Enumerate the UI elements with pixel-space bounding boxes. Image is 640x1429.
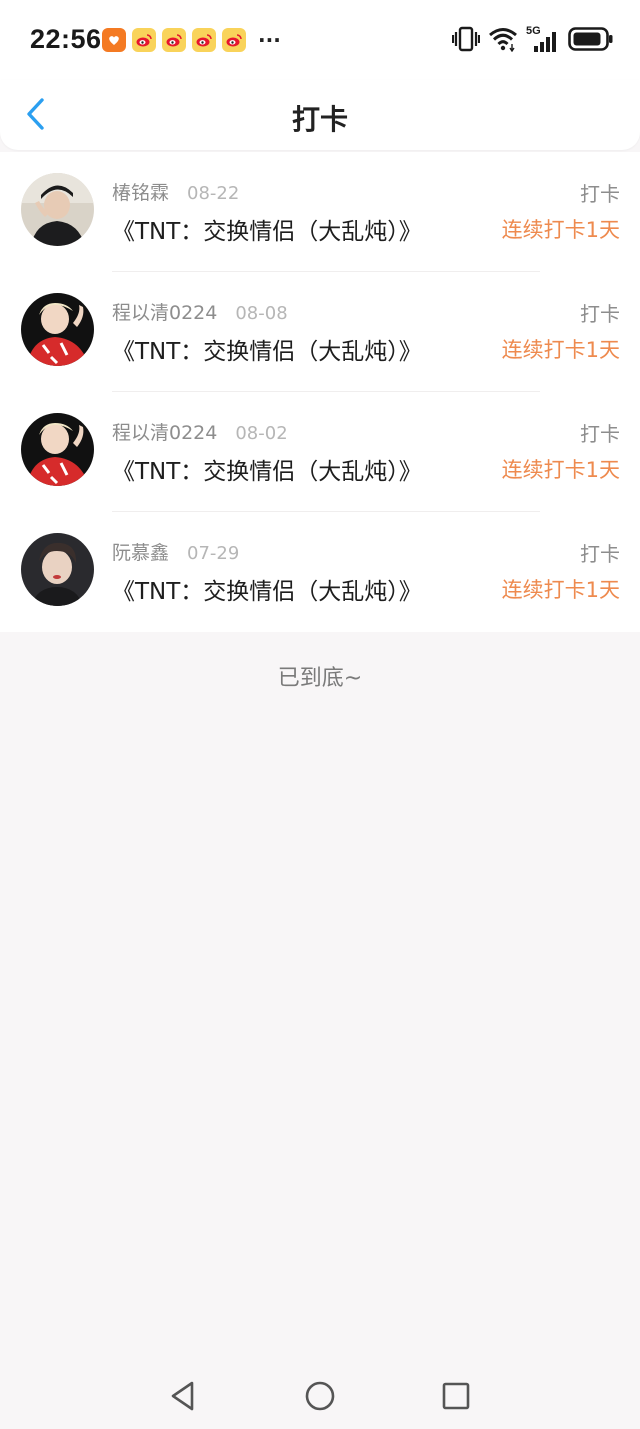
- weibo-icon: [162, 28, 186, 52]
- nav-home-button[interactable]: [300, 1378, 340, 1414]
- user-name[interactable]: 阮慕鑫: [112, 538, 169, 565]
- signal-icon: 5G: [526, 25, 560, 54]
- record-date: 07-29: [187, 543, 240, 564]
- user-name[interactable]: 程以清0224: [112, 418, 217, 445]
- action-label: 打卡: [580, 542, 620, 566]
- record-date: 08-02: [235, 423, 288, 444]
- wifi-icon: [488, 26, 518, 56]
- book-title[interactable]: 《TNT：交换情侣（大乱炖）》: [112, 332, 422, 366]
- streak-label: 连续打卡1天: [501, 458, 620, 482]
- record-meta: 椿铭霖 08-22: [112, 178, 239, 205]
- nav-back-button[interactable]: [163, 1378, 203, 1414]
- home-circle-icon: [305, 1381, 335, 1411]
- list-item[interactable]: 椿铭霖 08-22 《TNT：交换情侣（大乱炖）》 打卡 连续打卡1天: [0, 152, 640, 272]
- list-item[interactable]: 程以清0224 08-08 《TNT：交换情侣（大乱炖）》 打卡 连续打卡1天: [0, 272, 640, 392]
- streak-label: 连续打卡1天: [501, 218, 620, 242]
- user-name[interactable]: 椿铭霖: [112, 178, 169, 205]
- record-meta: 阮慕鑫 07-29: [112, 538, 239, 565]
- action-label: 打卡: [580, 302, 620, 326]
- avatar[interactable]: [21, 533, 94, 606]
- weibo-icon: [222, 28, 246, 52]
- book-title[interactable]: 《TNT：交换情侣（大乱炖）》: [112, 212, 422, 246]
- record-date: 08-08: [235, 303, 288, 324]
- status-time: 22:56: [30, 24, 102, 54]
- more-notifications-icon: ···: [258, 28, 281, 52]
- record-meta: 程以清0224 08-02: [112, 418, 288, 445]
- system-icons: 5G: [451, 25, 614, 56]
- nav-recents-button[interactable]: [436, 1378, 476, 1414]
- weibo-icon: [132, 28, 156, 52]
- page-title: 打卡: [291, 103, 348, 136]
- end-of-list-text: 已到底~: [277, 666, 363, 691]
- notification-icons: ···: [102, 28, 281, 52]
- user-name[interactable]: 程以清0224: [112, 298, 217, 325]
- battery-icon: [568, 26, 614, 56]
- record-date: 08-22: [187, 183, 240, 204]
- back-triangle-icon: [171, 1381, 194, 1411]
- action-label: 打卡: [580, 422, 620, 446]
- list-item[interactable]: 程以清0224 08-02 《TNT：交换情侣（大乱炖）》 打卡 连续打卡1天: [0, 392, 640, 512]
- taobao-icon: [102, 28, 126, 52]
- avatar[interactable]: [21, 173, 94, 246]
- streak-label: 连续打卡1天: [501, 338, 620, 362]
- vibrate-icon: [451, 26, 481, 56]
- weibo-icon: [192, 28, 216, 52]
- book-title[interactable]: 《TNT：交换情侣（大乱炖）》: [112, 452, 422, 486]
- action-label: 打卡: [580, 182, 620, 206]
- app-header: 打卡: [0, 80, 640, 150]
- checkin-list: 椿铭霖 08-22 《TNT：交换情侣（大乱炖）》 打卡 连续打卡1天 程以清0…: [0, 152, 640, 632]
- screen: 22:56 ··· 5G 打卡 椿铭霖 08-22 《TNT：交换情侣（大乱炖）…: [0, 0, 640, 1429]
- avatar[interactable]: [21, 413, 94, 486]
- recents-square-icon: [442, 1382, 470, 1410]
- record-meta: 程以清0224 08-08: [112, 298, 288, 325]
- system-nav-bar: [0, 1360, 640, 1429]
- status-bar: 22:56 ··· 5G: [0, 0, 640, 80]
- list-item[interactable]: 阮慕鑫 07-29 《TNT：交换情侣（大乱炖）》 打卡 连续打卡1天: [0, 512, 640, 632]
- avatar[interactable]: [21, 293, 94, 366]
- book-title[interactable]: 《TNT：交换情侣（大乱炖）》: [112, 572, 422, 606]
- streak-label: 连续打卡1天: [501, 578, 620, 602]
